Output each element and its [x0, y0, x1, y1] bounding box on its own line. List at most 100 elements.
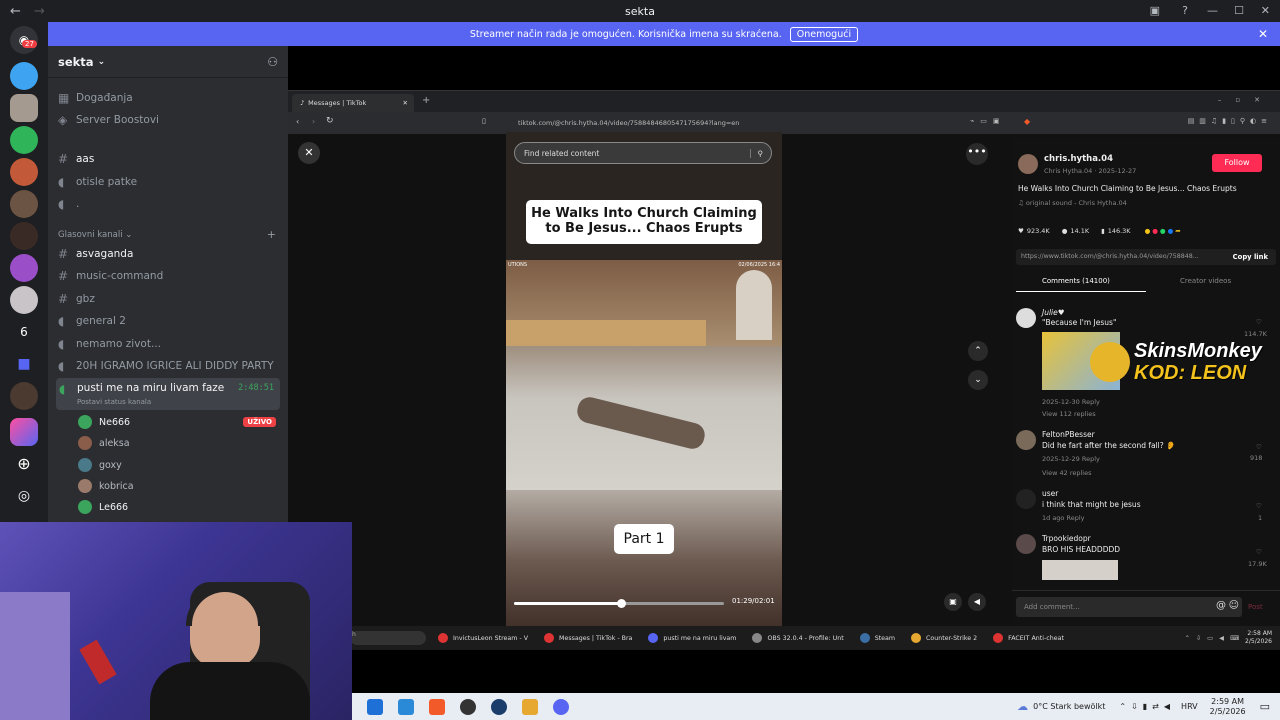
- next-video-icon[interactable]: ⌄: [968, 370, 988, 390]
- disable-streamer-mode-button[interactable]: Onemogući: [789, 26, 859, 42]
- heart-icon[interactable]: ♡: [1256, 443, 1262, 451]
- previous-video-icon[interactable]: ⌃: [968, 341, 988, 361]
- commenter-avatar[interactable]: [1016, 489, 1036, 509]
- channel-item[interactable]: ◖ general 2: [58, 311, 280, 331]
- channel-item[interactable]: ◖ otisle patke: [58, 172, 280, 192]
- heart-icon[interactable]: ♥: [1018, 227, 1024, 235]
- comment-user[interactable]: user: [1042, 489, 1058, 498]
- view-replies[interactable]: View 42 replies: [1042, 469, 1091, 477]
- taskbar-item[interactable]: Steam: [859, 633, 895, 643]
- close-icon[interactable]: ✕: [1258, 27, 1268, 41]
- url-field[interactable]: tiktok.com/@chris.hytha.04/video/7588484…: [508, 116, 1008, 130]
- close-tab-icon[interactable]: ✕: [403, 99, 408, 107]
- browser-window-controls[interactable]: –▫✕: [1218, 96, 1274, 104]
- server-header[interactable]: sekta ⌄ ⚇: [48, 46, 288, 78]
- post-button[interactable]: Post: [1248, 603, 1263, 611]
- weather-icon[interactable]: ☁: [1017, 700, 1028, 713]
- file-explorer-icon[interactable]: [398, 698, 414, 715]
- discord-icon[interactable]: [553, 698, 569, 715]
- sidebar-item-events[interactable]: ▦ Događanja: [58, 88, 280, 108]
- emoji-icon[interactable]: ☺: [1229, 600, 1239, 611]
- inbox-icon[interactable]: ▣: [1150, 4, 1160, 17]
- mention-icon[interactable]: @: [1216, 600, 1226, 611]
- forward-arrow-icon[interactable]: ›: [312, 117, 315, 126]
- clock[interactable]: 2:59 AM 2/5/2026: [1210, 697, 1246, 717]
- server-icon[interactable]: [10, 222, 38, 250]
- voice-user[interactable]: aleksa: [78, 433, 130, 453]
- find-related-search[interactable]: Find related content ⚲: [514, 142, 772, 164]
- voice-user[interactable]: Ne666: [78, 412, 130, 432]
- search-icon[interactable]: ⚲: [749, 148, 763, 158]
- sidebar-item-boosts[interactable]: ◈ Server Boostovi: [58, 110, 280, 130]
- taskbar-item[interactable]: OBS 32.0.4 - Profile: Unt: [752, 633, 844, 643]
- close-video-icon[interactable]: ✕: [298, 142, 320, 164]
- author-name[interactable]: chris.hytha.04: [1044, 154, 1113, 164]
- steam-icon[interactable]: [491, 698, 507, 715]
- server-icon[interactable]: [10, 286, 38, 314]
- voice-user[interactable]: kobrica: [78, 476, 134, 496]
- server-icon[interactable]: [10, 254, 38, 282]
- comment-input[interactable]: Add comment... @ ☺: [1016, 597, 1242, 617]
- video-progress-bar[interactable]: [514, 599, 724, 608]
- video-link[interactable]: https://www.tiktok.com/@chris.hytha.04/v…: [1021, 253, 1199, 260]
- taskbar-item[interactable]: FACEIT Anti-cheat: [993, 633, 1064, 643]
- comment-icon[interactable]: ●: [1062, 227, 1068, 235]
- channel-item[interactable]: ◖ 20H IGRAMO IGRICE ALI DIDDY PARTY: [58, 356, 280, 376]
- tab-creator-videos[interactable]: Creator videos: [1180, 277, 1231, 285]
- server-icon[interactable]: [10, 158, 38, 186]
- video-player[interactable]: UTIONS 02/06/2025 16:4 Find related conte…: [506, 132, 782, 632]
- server-icon[interactable]: [10, 94, 38, 122]
- channel-item[interactable]: ◖ nemamo zivot...: [58, 334, 280, 354]
- close-window-icon[interactable]: ✕: [1261, 4, 1270, 17]
- server-number-item[interactable]: 6: [10, 318, 38, 346]
- taskbar-item[interactable]: InvictusLeon Stream - V: [438, 633, 528, 643]
- author-avatar[interactable]: [1018, 154, 1038, 174]
- comment-user[interactable]: FeltonPBesser: [1042, 430, 1095, 439]
- volume-icon[interactable]: ◀: [968, 593, 986, 611]
- browser-tab[interactable]: ♪ Messages | TikTok ✕: [292, 94, 414, 112]
- start-icon[interactable]: [367, 698, 383, 715]
- commenter-avatar[interactable]: [1016, 430, 1036, 450]
- notification-icon[interactable]: ▭: [1260, 700, 1270, 713]
- new-tab-icon[interactable]: +: [422, 95, 430, 106]
- obs-icon[interactable]: [460, 698, 476, 715]
- comment-user[interactable]: Julie♥: [1042, 308, 1064, 317]
- add-server-icon[interactable]: ⊕: [10, 450, 38, 478]
- more-options-icon[interactable]: •••: [966, 143, 988, 165]
- server-icon[interactable]: [10, 418, 38, 446]
- add-member-icon[interactable]: ⚇: [267, 55, 278, 69]
- tab-comments[interactable]: Comments (14100): [1042, 277, 1110, 285]
- server-icon[interactable]: [10, 190, 38, 218]
- channel-item[interactable]: # music-command: [58, 266, 280, 286]
- channel-status[interactable]: Postavi status kanala: [77, 398, 151, 406]
- brave-icon[interactable]: [429, 698, 445, 715]
- voice-user[interactable]: Le666: [78, 497, 128, 517]
- sound-label[interactable]: ♫ original sound - Chris Hytha.04: [1018, 199, 1127, 207]
- weather-text[interactable]: 0°C Stark bewölkt: [1033, 702, 1105, 711]
- language[interactable]: HRV: [1181, 702, 1198, 711]
- toolbar-icons[interactable]: ▤▥♫▮▯⚲◐≡: [1188, 117, 1272, 125]
- extension-icons[interactable]: ⌁▭▣: [970, 117, 1005, 125]
- commenter-avatar[interactable]: [1016, 534, 1036, 554]
- discover-icon[interactable]: ◎: [10, 482, 38, 510]
- brave-shield-icon[interactable]: ◆: [1024, 117, 1030, 126]
- heart-icon[interactable]: ♡: [1256, 318, 1262, 326]
- heart-icon[interactable]: ♡: [1256, 502, 1262, 510]
- channel-item[interactable]: # asvaganda: [58, 244, 280, 264]
- share-icons[interactable]: ●●●●➦: [1145, 227, 1183, 235]
- reload-icon[interactable]: ↻: [326, 116, 334, 126]
- bookmark-icon[interactable]: ▮: [1101, 227, 1105, 235]
- maximize-icon[interactable]: ☐: [1234, 4, 1244, 17]
- back-arrow-icon[interactable]: ‹: [296, 117, 299, 126]
- category-header[interactable]: Glasovni kanali ⌄: [58, 230, 132, 240]
- taskbar-item[interactable]: Messages | TikTok - Bra: [544, 633, 632, 643]
- add-channel-icon[interactable]: +: [267, 228, 276, 241]
- active-voice-channel[interactable]: ◖ pusti me na miru livam faze 2:48:51 Po…: [56, 378, 280, 410]
- help-icon[interactable]: ?: [1182, 4, 1188, 17]
- commenter-avatar[interactable]: [1016, 308, 1036, 328]
- follow-button[interactable]: Follow: [1212, 154, 1262, 172]
- taskbar-item[interactable]: pusti me na miru livam: [648, 633, 736, 643]
- channel-item[interactable]: ◖.: [58, 194, 280, 214]
- server-icon[interactable]: [10, 126, 38, 154]
- tray-icons[interactable]: ⌃⇩▭◀⌨: [1185, 635, 1245, 642]
